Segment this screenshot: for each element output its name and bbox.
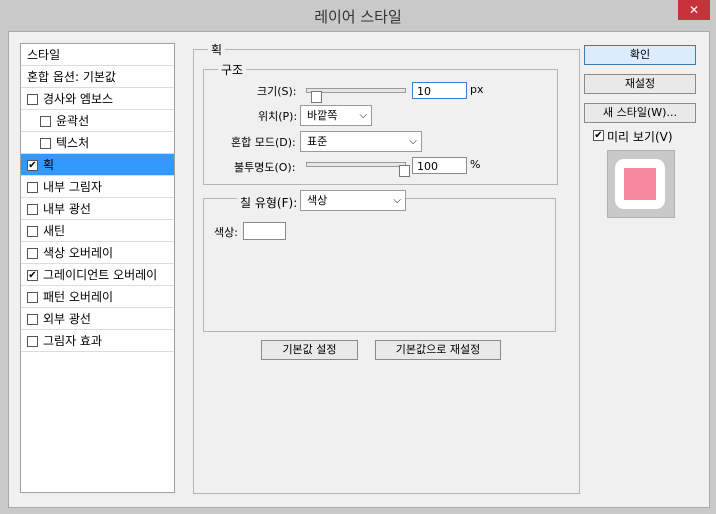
- opacity-label: 불투명도(O):: [234, 161, 296, 174]
- title-bar[interactable]: 레이어 스타일 ✕: [0, 0, 716, 30]
- style-item-label: 외부 광선: [43, 312, 91, 326]
- checkmark-icon: ✔: [594, 130, 603, 141]
- position-select[interactable]: 바깥쪽 ⌵: [300, 105, 372, 126]
- style-item[interactable]: 색상 오버레이: [21, 242, 174, 264]
- style-item[interactable]: 내부 광선: [21, 198, 174, 220]
- blend-mode-select[interactable]: 표준 ⌵: [300, 131, 422, 152]
- style-item-label: 내부 그림자: [43, 180, 103, 194]
- checkmark-icon: ✔: [28, 270, 37, 281]
- style-item-checkbox[interactable]: ✔: [27, 160, 38, 171]
- preview-thumbnail-fill: [624, 168, 656, 200]
- style-item-checkbox[interactable]: [27, 292, 38, 303]
- style-item-label: 그림자 효과: [43, 334, 103, 348]
- chevron-down-icon: ⌵: [409, 136, 417, 147]
- new-style-button[interactable]: 새 스타일(W)...: [584, 103, 696, 123]
- style-item-label: 새틴: [43, 224, 66, 238]
- size-slider-thumb[interactable]: [310, 91, 322, 103]
- style-item-label: 텍스처: [56, 136, 90, 150]
- close-button[interactable]: ✕: [678, 0, 710, 20]
- style-item[interactable]: 스타일: [21, 44, 174, 66]
- style-item-checkbox[interactable]: [40, 138, 51, 149]
- style-item[interactable]: 경사와 엠보스: [21, 88, 174, 110]
- fill-type-label: 칠 유형(F):: [237, 194, 301, 211]
- style-item-checkbox[interactable]: [27, 204, 38, 215]
- style-item-checkbox[interactable]: [27, 94, 38, 105]
- blend-mode-value: 표준: [307, 135, 328, 148]
- fill-color-swatch[interactable]: [243, 222, 286, 240]
- structure-group: 구조 크기(S): 10 px 위치(P): 바깥쪽 ⌵ 혼합 모드(D): 표준…: [203, 61, 558, 185]
- fill-color-label: 색상:: [214, 226, 238, 239]
- style-item[interactable]: 외부 광선: [21, 308, 174, 330]
- style-item-label: 내부 광선: [43, 202, 91, 216]
- make-default-button[interactable]: 기본값 설정: [261, 340, 358, 360]
- close-icon: ✕: [688, 3, 700, 17]
- preview-label: 미리 보기(V): [607, 130, 673, 144]
- reset-to-default-button[interactable]: 기본값으로 재설정: [375, 340, 501, 360]
- style-item-label: 혼합 옵션: 기본값: [27, 70, 116, 84]
- style-item-checkbox[interactable]: [40, 116, 51, 127]
- opacity-unit: %: [470, 158, 481, 171]
- checkmark-icon: ✔: [28, 160, 37, 171]
- reset-button[interactable]: 재설정: [584, 74, 696, 94]
- stroke-group-title: 획: [208, 41, 226, 58]
- style-item[interactable]: 윤곽선: [21, 110, 174, 132]
- ok-button[interactable]: 확인: [584, 45, 696, 65]
- style-item[interactable]: 그림자 효과: [21, 330, 174, 352]
- style-item-checkbox[interactable]: ✔: [27, 270, 38, 281]
- opacity-slider-thumb[interactable]: [399, 165, 410, 177]
- size-unit: px: [470, 83, 484, 96]
- style-item[interactable]: ✔ 획: [21, 154, 174, 176]
- style-item-checkbox[interactable]: [27, 248, 38, 259]
- style-item-label: 색상 오버레이: [43, 246, 114, 260]
- opacity-input[interactable]: 100: [412, 157, 467, 174]
- position-value: 바깥쪽: [307, 109, 338, 122]
- style-item-checkbox[interactable]: [27, 182, 38, 193]
- window-title: 레이어 스타일: [314, 8, 402, 26]
- opacity-slider-track[interactable]: [306, 162, 406, 167]
- style-item[interactable]: 텍스처: [21, 132, 174, 154]
- fill-type-select[interactable]: 색상 ⌵: [300, 190, 406, 211]
- preview-thumbnail-frame: [615, 159, 665, 209]
- style-item-label: 그레이디언트 오버레이: [43, 268, 158, 282]
- style-item-label: 경사와 엠보스: [43, 92, 114, 106]
- style-item-checkbox[interactable]: [27, 226, 38, 237]
- style-item-checkbox[interactable]: [27, 314, 38, 325]
- fill-group: 칠 유형(F): 색상 ⌵ 색상:: [203, 190, 556, 332]
- preview-panel: [607, 150, 675, 218]
- style-item[interactable]: 새틴: [21, 220, 174, 242]
- chevron-down-icon: ⌵: [393, 195, 401, 206]
- style-item[interactable]: ✔ 그레이디언트 오버레이: [21, 264, 174, 286]
- size-label: 크기(S):: [257, 85, 297, 98]
- position-label: 위치(P):: [258, 110, 298, 123]
- style-item[interactable]: 혼합 옵션: 기본값: [21, 66, 174, 88]
- layer-style-dialog: 레이어 스타일 ✕ 스타일 혼합 옵션: 기본값 경사와 엠보스 윤곽선 텍스처 ✔ 획 내부…: [0, 0, 716, 514]
- chevron-down-icon: ⌵: [359, 110, 367, 121]
- preview-checkbox[interactable]: ✔: [593, 130, 604, 141]
- style-item-checkbox[interactable]: [27, 336, 38, 347]
- style-item[interactable]: 패턴 오버레이: [21, 286, 174, 308]
- blend-mode-label: 혼합 모드(D):: [231, 136, 296, 149]
- stroke-group: 획 구조 크기(S): 10 px 위치(P): 바깥쪽 ⌵ 혼합 모드(D): …: [193, 41, 580, 494]
- style-item-label: 패턴 오버레이: [43, 290, 114, 304]
- styles-list: 스타일 혼합 옵션: 기본값 경사와 엠보스 윤곽선 텍스처 ✔ 획 내부 그림자 내부 광선 새…: [20, 43, 175, 493]
- size-input[interactable]: 10: [412, 82, 467, 99]
- structure-title: 구조: [218, 61, 247, 78]
- dialog-body: 스타일 혼합 옵션: 기본값 경사와 엠보스 윤곽선 텍스처 ✔ 획 내부 그림자 내부 광선 새…: [8, 31, 710, 508]
- style-item[interactable]: 내부 그림자: [21, 176, 174, 198]
- style-item-label: 획: [43, 158, 55, 172]
- style-item-label: 스타일: [27, 48, 61, 62]
- style-item-label: 윤곽선: [56, 114, 90, 128]
- fill-type-value: 색상: [307, 194, 328, 207]
